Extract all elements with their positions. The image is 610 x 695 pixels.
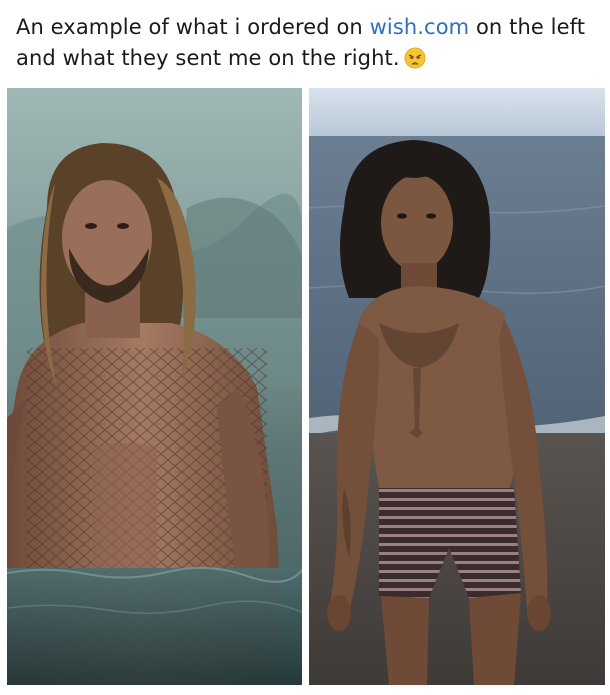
right-photo-received [309, 88, 605, 685]
caption-text: on the left [469, 15, 586, 39]
ordered-photo-illustration [7, 88, 302, 685]
caption-line-1: An example of what i ordered on wish.com… [16, 12, 606, 43]
site-name: wish.com [369, 15, 470, 39]
weary-face-icon [404, 47, 426, 69]
caption-line-2: and what they sent me on the right. [16, 43, 606, 74]
received-photo-illustration [309, 88, 605, 685]
meme-caption: An example of what i ordered on wish.com… [16, 12, 606, 74]
left-photo-ordered [7, 88, 302, 685]
caption-text: An example of what i ordered on [16, 15, 370, 39]
caption-text: and what they sent me on the right. [16, 46, 400, 70]
